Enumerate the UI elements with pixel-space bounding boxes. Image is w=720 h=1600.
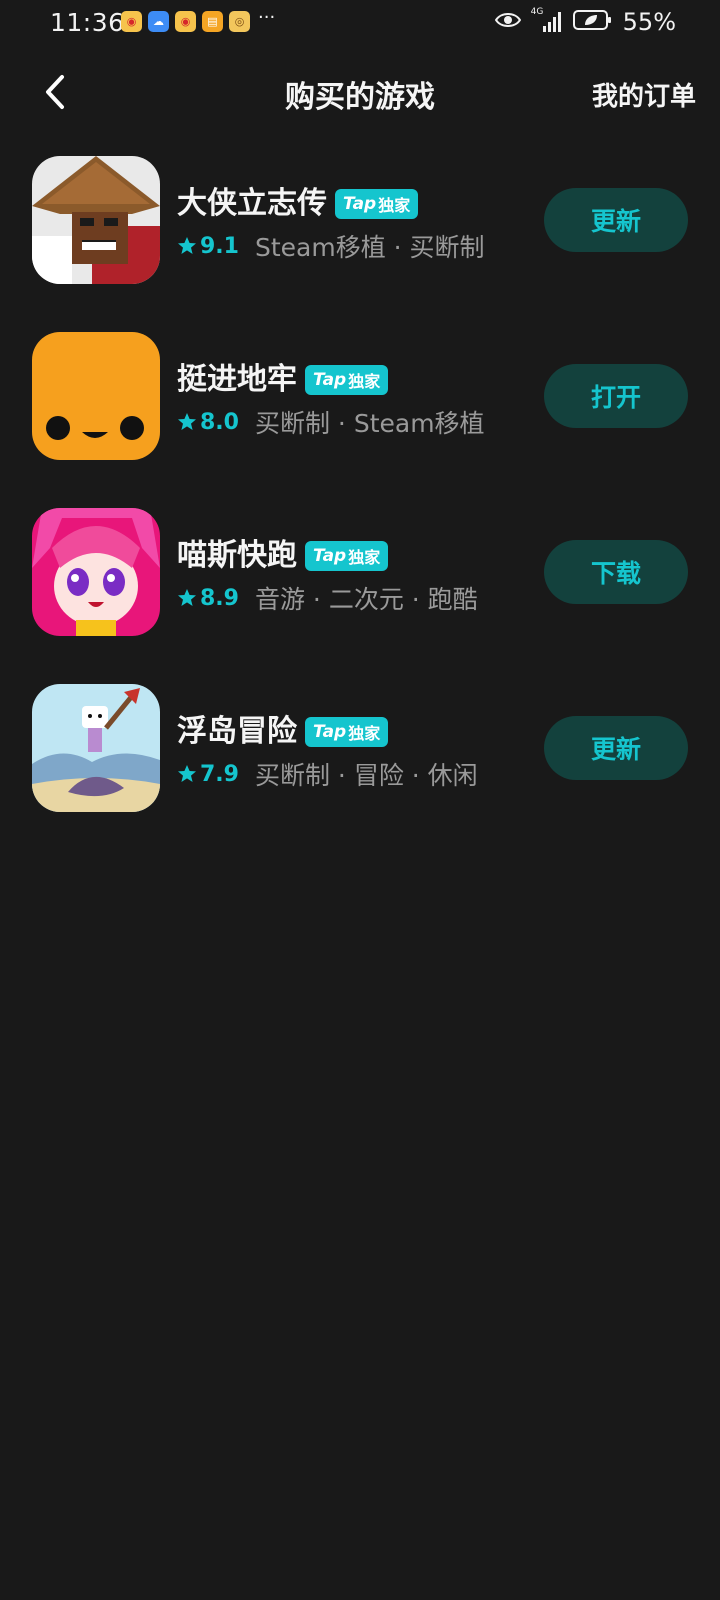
- badge-text: 独家: [348, 372, 381, 391]
- game-title: 浮岛冒险 Tap 独家: [177, 706, 389, 750]
- game-title: 大侠立志传 Tap 独家: [177, 178, 419, 222]
- swordsman-game-icon[interactable]: [32, 156, 160, 284]
- update-button[interactable]: 更新: [544, 716, 688, 780]
- open-button[interactable]: 打开: [544, 364, 688, 428]
- weibo-icon: ◉: [121, 11, 142, 32]
- notes-icon: ▤: [202, 11, 223, 32]
- game-meta: 7.9 买断制 · 冒险 · 休闲: [177, 756, 478, 792]
- weibo-icon: ◉: [175, 11, 196, 32]
- anime-girl-game-icon[interactable]: [32, 508, 160, 636]
- badge-tap-word: Tap: [313, 546, 347, 566]
- list-item[interactable]: 喵斯快跑 Tap 独家 8.9 音游 · 二次元 · 跑酷 下载: [0, 502, 720, 678]
- tap-exclusive-badge: Tap 独家: [335, 189, 419, 219]
- game-tags: 音游 · 二次元 · 跑酷: [254, 585, 478, 614]
- badge-text: 独家: [348, 724, 381, 743]
- update-button[interactable]: 更新: [544, 188, 688, 252]
- game-meta: 9.1 Steam移植 · 买断制: [177, 228, 485, 264]
- rating: 7.9: [200, 761, 239, 787]
- island-adventure-game-icon[interactable]: [32, 684, 160, 812]
- game-tags: 买断制 · 冒险 · 休闲: [254, 761, 478, 790]
- signal-icon: 4G: [531, 7, 563, 33]
- game-name: 大侠立志传: [177, 186, 327, 221]
- badge-tap-word: Tap: [313, 722, 347, 742]
- target-icon: ◎: [229, 11, 250, 32]
- more-notifications-icon: ···: [258, 7, 276, 28]
- game-name: 浮岛冒险: [177, 714, 297, 749]
- game-meta: 8.9 音游 · 二次元 · 跑酷: [177, 580, 478, 616]
- battery-icon: [572, 9, 613, 35]
- badge-text: 独家: [348, 548, 381, 567]
- tap-exclusive-badge: Tap 独家: [305, 541, 389, 571]
- tap-exclusive-badge: Tap 独家: [305, 365, 389, 395]
- star-icon: [178, 413, 196, 430]
- list-item[interactable]: 大侠立志传 Tap 独家 9.1 Steam移植 · 买断制 更新: [0, 150, 720, 326]
- purchased-games-list: 大侠立志传 Tap 独家 9.1 Steam移植 · 买断制 更新 挺进地牢 Tap 独…: [0, 150, 720, 854]
- star-icon: [178, 589, 196, 606]
- game-title: 挺进地牢 Tap 独家: [177, 354, 389, 398]
- star-icon: [178, 765, 196, 782]
- game-tags: Steam移植 · 买断制: [254, 233, 485, 262]
- rating: 8.9: [200, 585, 239, 611]
- list-item[interactable]: 挺进地牢 Tap 独家 8.0 买断制 · Steam移植 打开: [0, 326, 720, 502]
- eye-icon: [494, 11, 521, 33]
- system-status: 4G 55%: [494, 7, 676, 36]
- star-icon: [178, 237, 196, 254]
- notification-icons: ◉ ☁ ◉ ▤ ◎ ···: [121, 7, 275, 32]
- game-name: 挺进地牢: [177, 362, 297, 397]
- header: 购买的游戏 我的订单: [0, 60, 720, 124]
- tap-exclusive-badge: Tap 独家: [305, 717, 389, 747]
- status-bar: 11:36 ◉ ☁ ◉ ▤ ◎ ··· 4G 55%: [0, 0, 720, 48]
- game-meta: 8.0 买断制 · Steam移植: [177, 404, 485, 440]
- cloud-icon: ☁: [148, 11, 169, 32]
- rating: 8.0: [200, 409, 239, 435]
- bullet-face-game-icon[interactable]: [32, 332, 160, 460]
- my-orders-link[interactable]: 我的订单: [592, 76, 696, 113]
- list-item[interactable]: 浮岛冒险 Tap 独家 7.9 买断制 · 冒险 · 休闲 更新: [0, 678, 720, 854]
- game-name: 喵斯快跑: [177, 538, 297, 573]
- battery-percent: 55%: [622, 8, 676, 36]
- badge-text: 独家: [378, 196, 411, 215]
- rating: 9.1: [200, 233, 239, 259]
- status-time: 11:36: [50, 8, 125, 37]
- game-tags: 买断制 · Steam移植: [254, 409, 485, 438]
- badge-tap-word: Tap: [343, 194, 377, 214]
- download-button[interactable]: 下载: [544, 540, 688, 604]
- badge-tap-word: Tap: [313, 370, 347, 390]
- game-title: 喵斯快跑 Tap 独家: [177, 530, 389, 574]
